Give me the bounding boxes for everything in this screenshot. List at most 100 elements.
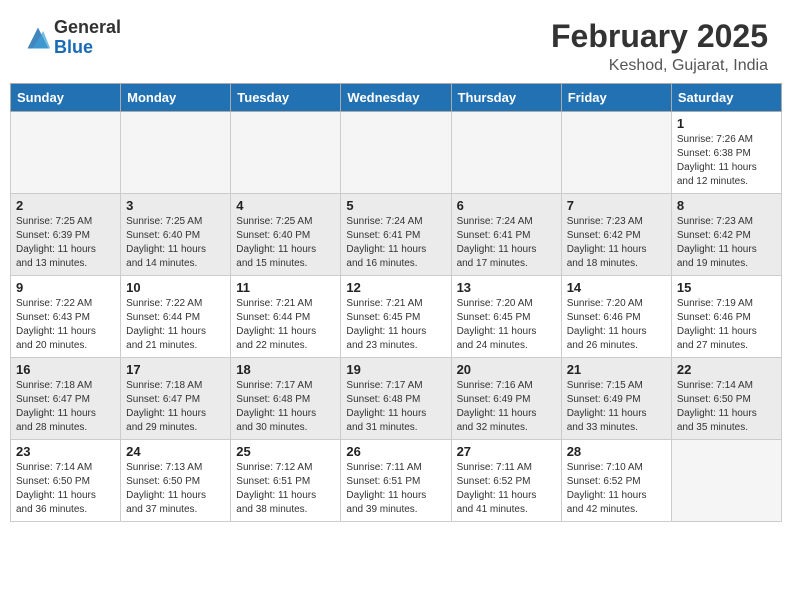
day-info: Sunrise: 7:20 AM Sunset: 6:46 PM Dayligh… <box>567 297 666 353</box>
day-info: Sunrise: 7:25 AM Sunset: 6:40 PM Dayligh… <box>126 215 225 271</box>
day-info: Sunrise: 7:19 AM Sunset: 6:46 PM Dayligh… <box>677 297 776 353</box>
day-number: 20 <box>457 362 556 377</box>
empty-cell <box>11 112 121 194</box>
day-number: 14 <box>567 280 666 295</box>
day-info: Sunrise: 7:15 AM Sunset: 6:49 PM Dayligh… <box>567 379 666 435</box>
day-cell-15: 15Sunrise: 7:19 AM Sunset: 6:46 PM Dayli… <box>671 276 781 358</box>
day-header-sunday: Sunday <box>11 84 121 112</box>
day-cell-27: 27Sunrise: 7:11 AM Sunset: 6:52 PM Dayli… <box>451 440 561 522</box>
day-info: Sunrise: 7:23 AM Sunset: 6:42 PM Dayligh… <box>677 215 776 271</box>
day-cell-8: 8 Sunrise: 7:23 AM Sunset: 6:42 PM Daylig… <box>671 194 781 276</box>
day-cell-10: 10Sunrise: 7:22 AM Sunset: 6:44 PM Dayli… <box>121 276 231 358</box>
day-cell-20: 20Sunrise: 7:16 AM Sunset: 6:49 PM Dayli… <box>451 358 561 440</box>
day-cell-16: 16 Sunrise: 7:18 AM Sunset: 6:47 PM Dayli… <box>11 358 121 440</box>
week-row-1: 1 Sunrise: 7:26 AM Sunset: 6:38 PM Daylig… <box>11 112 782 194</box>
day-cell-5: 5Sunrise: 7:24 AM Sunset: 6:41 PM Daylig… <box>341 194 451 276</box>
week-row-5: 23 Sunrise: 7:14 AM Sunset: 6:50 PM Dayli… <box>11 440 782 522</box>
day-info: Sunrise: 7:20 AM Sunset: 6:45 PM Dayligh… <box>457 297 556 353</box>
day-cell-23: 23 Sunrise: 7:14 AM Sunset: 6:50 PM Dayli… <box>11 440 121 522</box>
empty-cell <box>231 112 341 194</box>
calendar-subtitle: Keshod, Gujarat, India <box>551 57 768 75</box>
day-number: 6 <box>457 198 556 213</box>
page: General Blue February 2025 Keshod, Gujar… <box>0 0 792 612</box>
day-cell-2: 2 Sunrise: 7:25 AM Sunset: 6:39 PM Daylig… <box>11 194 121 276</box>
day-info: Sunrise: 7:22 AM Sunset: 6:43 PM Dayligh… <box>16 297 115 353</box>
day-cell-12: 12 Sunrise: 7:21 AM Sunset: 6:45 PM Dayli… <box>341 276 451 358</box>
day-number: 28 <box>567 444 666 459</box>
day-info: Sunrise: 7:23 AM Sunset: 6:42 PM Dayligh… <box>567 215 666 271</box>
day-info: Sunrise: 7:11 AM Sunset: 6:51 PM Dayligh… <box>346 461 445 517</box>
day-number: 18 <box>236 362 335 377</box>
day-cell-25: 25 Sunrise: 7:12 AM Sunset: 6:51 PM Dayli… <box>231 440 341 522</box>
logo-blue-text: Blue <box>54 38 121 58</box>
day-cell-17: 17Sunrise: 7:18 AM Sunset: 6:47 PM Dayli… <box>121 358 231 440</box>
day-cell-9: 9 Sunrise: 7:22 AM Sunset: 6:43 PM Daylig… <box>11 276 121 358</box>
day-header-wednesday: Wednesday <box>341 84 451 112</box>
day-cell-7: 7 Sunrise: 7:23 AM Sunset: 6:42 PM Daylig… <box>561 194 671 276</box>
day-header-tuesday: Tuesday <box>231 84 341 112</box>
calendar-header: SundayMondayTuesdayWednesdayThursdayFrid… <box>11 84 782 112</box>
day-info: Sunrise: 7:14 AM Sunset: 6:50 PM Dayligh… <box>16 461 115 517</box>
empty-cell <box>561 112 671 194</box>
day-number: 11 <box>236 280 335 295</box>
empty-cell <box>451 112 561 194</box>
day-info: Sunrise: 7:26 AM Sunset: 6:38 PM Dayligh… <box>677 133 776 189</box>
empty-cell <box>121 112 231 194</box>
day-cell-28: 28 Sunrise: 7:10 AM Sunset: 6:52 PM Dayli… <box>561 440 671 522</box>
day-number: 7 <box>567 198 666 213</box>
day-number: 13 <box>457 280 556 295</box>
day-info: Sunrise: 7:14 AM Sunset: 6:50 PM Dayligh… <box>677 379 776 435</box>
day-info: Sunrise: 7:17 AM Sunset: 6:48 PM Dayligh… <box>236 379 335 435</box>
empty-cell <box>671 440 781 522</box>
day-number: 22 <box>677 362 776 377</box>
day-number: 24 <box>126 444 225 459</box>
day-number: 5 <box>346 198 445 213</box>
calendar-body: 1 Sunrise: 7:26 AM Sunset: 6:38 PM Daylig… <box>11 112 782 522</box>
week-row-4: 16 Sunrise: 7:18 AM Sunset: 6:47 PM Dayli… <box>11 358 782 440</box>
day-cell-1: 1 Sunrise: 7:26 AM Sunset: 6:38 PM Daylig… <box>671 112 781 194</box>
day-info: Sunrise: 7:21 AM Sunset: 6:45 PM Dayligh… <box>346 297 445 353</box>
day-header-friday: Friday <box>561 84 671 112</box>
header-row: SundayMondayTuesdayWednesdayThursdayFrid… <box>11 84 782 112</box>
empty-cell <box>341 112 451 194</box>
day-info: Sunrise: 7:18 AM Sunset: 6:47 PM Dayligh… <box>16 379 115 435</box>
day-cell-19: 19Sunrise: 7:17 AM Sunset: 6:48 PM Dayli… <box>341 358 451 440</box>
day-cell-26: 26 Sunrise: 7:11 AM Sunset: 6:51 PM Dayli… <box>341 440 451 522</box>
logo-general-text: General <box>54 18 121 38</box>
day-header-monday: Monday <box>121 84 231 112</box>
title-block: February 2025 Keshod, Gujarat, India <box>551 18 768 75</box>
day-number: 1 <box>677 116 776 131</box>
logo: General Blue <box>24 18 121 58</box>
day-cell-13: 13 Sunrise: 7:20 AM Sunset: 6:45 PM Dayli… <box>451 276 561 358</box>
day-number: 23 <box>16 444 115 459</box>
day-cell-6: 6 Sunrise: 7:24 AM Sunset: 6:41 PM Daylig… <box>451 194 561 276</box>
day-number: 10 <box>126 280 225 295</box>
day-cell-22: 22 Sunrise: 7:14 AM Sunset: 6:50 PM Dayli… <box>671 358 781 440</box>
day-number: 2 <box>16 198 115 213</box>
day-cell-4: 4Sunrise: 7:25 AM Sunset: 6:40 PM Daylig… <box>231 194 341 276</box>
day-cell-3: 3Sunrise: 7:25 AM Sunset: 6:40 PM Daylig… <box>121 194 231 276</box>
day-cell-18: 18 Sunrise: 7:17 AM Sunset: 6:48 PM Dayli… <box>231 358 341 440</box>
day-number: 9 <box>16 280 115 295</box>
day-header-thursday: Thursday <box>451 84 561 112</box>
day-info: Sunrise: 7:12 AM Sunset: 6:51 PM Dayligh… <box>236 461 335 517</box>
day-cell-14: 14 Sunrise: 7:20 AM Sunset: 6:46 PM Dayli… <box>561 276 671 358</box>
day-number: 26 <box>346 444 445 459</box>
week-row-3: 9 Sunrise: 7:22 AM Sunset: 6:43 PM Daylig… <box>11 276 782 358</box>
day-number: 25 <box>236 444 335 459</box>
calendar-table: SundayMondayTuesdayWednesdayThursdayFrid… <box>10 83 782 522</box>
day-cell-11: 11Sunrise: 7:21 AM Sunset: 6:44 PM Dayli… <box>231 276 341 358</box>
day-number: 12 <box>346 280 445 295</box>
day-number: 4 <box>236 198 335 213</box>
calendar-wrapper: SundayMondayTuesdayWednesdayThursdayFrid… <box>0 83 792 532</box>
day-number: 16 <box>16 362 115 377</box>
day-info: Sunrise: 7:10 AM Sunset: 6:52 PM Dayligh… <box>567 461 666 517</box>
day-info: Sunrise: 7:24 AM Sunset: 6:41 PM Dayligh… <box>457 215 556 271</box>
day-cell-24: 24Sunrise: 7:13 AM Sunset: 6:50 PM Dayli… <box>121 440 231 522</box>
day-info: Sunrise: 7:25 AM Sunset: 6:39 PM Dayligh… <box>16 215 115 271</box>
calendar-title: February 2025 <box>551 18 768 55</box>
day-number: 27 <box>457 444 556 459</box>
day-info: Sunrise: 7:17 AM Sunset: 6:48 PM Dayligh… <box>346 379 445 435</box>
day-number: 8 <box>677 198 776 213</box>
day-number: 21 <box>567 362 666 377</box>
